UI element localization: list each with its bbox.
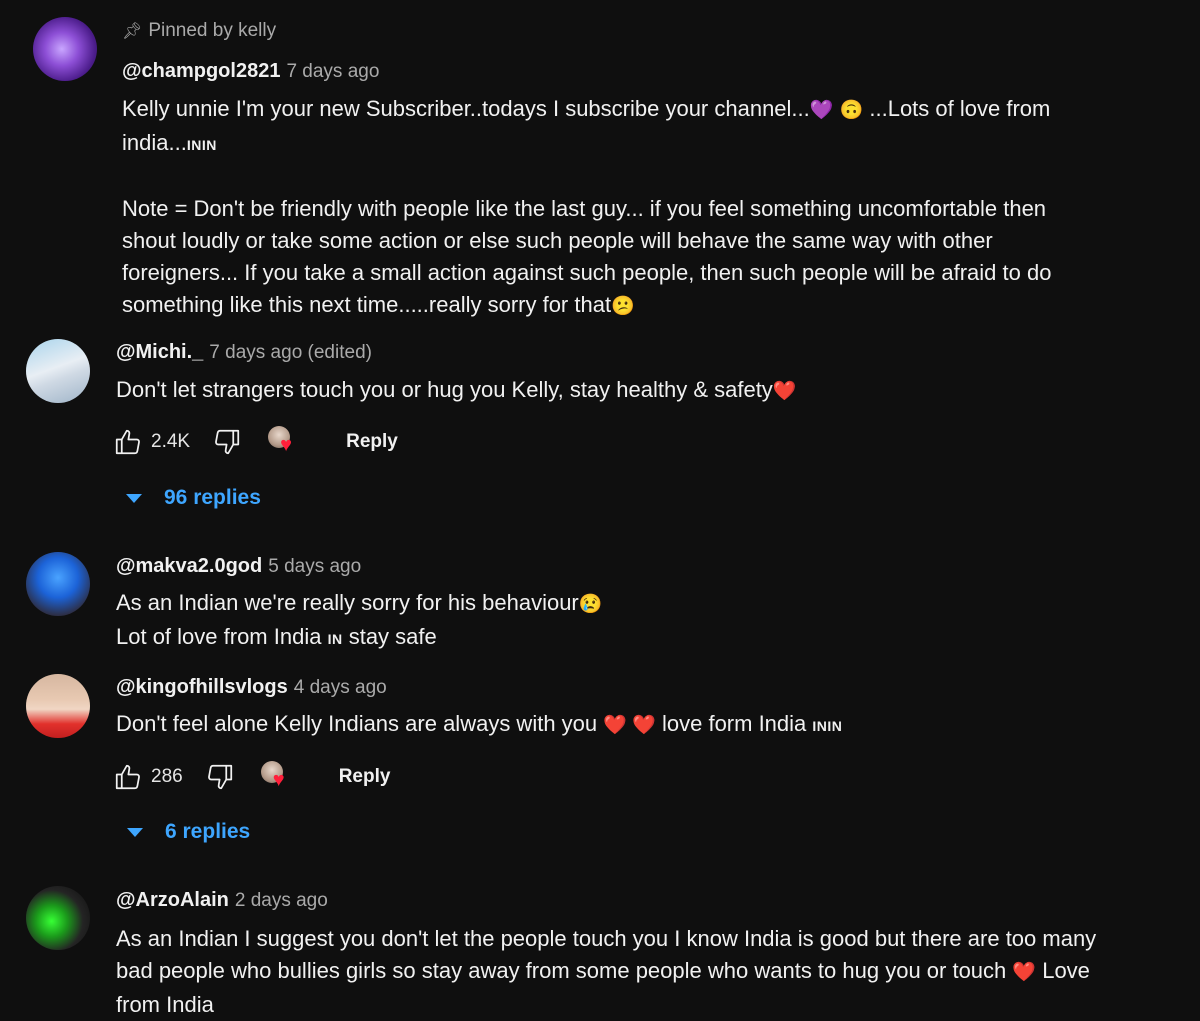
avatar[interactable]: [26, 552, 90, 616]
view-replies-button[interactable]: 96 replies: [126, 486, 261, 510]
comment-text: Don't let strangers touch you or hug you…: [116, 377, 797, 402]
reply-button[interactable]: Reply: [339, 766, 391, 788]
avatar[interactable]: [26, 886, 90, 950]
pinned-text: Pinned by kelly: [148, 20, 277, 41]
comment-time[interactable]: 7 days ago (edited): [209, 342, 372, 363]
thumb-up-icon[interactable]: [113, 427, 143, 457]
like-count: 2.4K: [151, 431, 191, 452]
flag-text: ININ: [812, 718, 843, 734]
comment-header: @kingofhillsvlogs 4 days ago: [116, 676, 387, 699]
comment-time[interactable]: 7 days ago: [286, 61, 379, 82]
comment-text: As an Indian I suggest you don't let the…: [116, 926, 1097, 1017]
comment-author[interactable]: @makva2.0god: [116, 555, 262, 577]
comment-author[interactable]: @kingofhillsvlogs: [116, 676, 288, 698]
comment-actions: 286 ♥ Reply: [113, 757, 390, 797]
creator-heart-icon: ♥: [268, 426, 302, 458]
thumb-down-icon[interactable]: [205, 762, 235, 792]
comment-text: Kelly unnie I'm your new Subscriber..tod…: [122, 96, 1052, 317]
like-count: 286: [151, 766, 183, 787]
creator-heart-icon: ♥: [260, 761, 295, 793]
flag-text: ININ: [186, 137, 217, 153]
caret-down-icon: [126, 493, 142, 503]
avatar[interactable]: [33, 17, 97, 81]
comment-time[interactable]: 5 days ago: [268, 556, 361, 577]
comment-header: @ArzoAlain 2 days ago: [116, 889, 328, 912]
thumb-down-icon[interactable]: [212, 427, 242, 457]
comment-text: As an Indian we're really sorry for his …: [116, 590, 603, 649]
flag-text: IN: [327, 631, 343, 647]
reply-button[interactable]: Reply: [346, 431, 398, 453]
comment-header: @champgol2821 7 days ago: [122, 60, 379, 83]
comment-actions: 2.4K ♥ Reply: [113, 422, 398, 462]
thumb-up-icon[interactable]: [113, 762, 143, 792]
comment-author[interactable]: @champgol2821: [122, 60, 280, 82]
avatar[interactable]: [26, 674, 90, 738]
comment-time[interactable]: 2 days ago: [235, 890, 328, 911]
comment-time[interactable]: 4 days ago: [294, 677, 387, 698]
avatar[interactable]: [26, 339, 90, 403]
comment-text: Don't feel alone Kelly Indians are alway…: [116, 711, 843, 736]
comment-author[interactable]: @Michi._: [116, 341, 203, 363]
comment-author[interactable]: @ArzoAlain: [116, 889, 229, 911]
pin-icon: 📌︎: [122, 23, 143, 40]
caret-down-icon: [127, 827, 143, 837]
view-replies-button[interactable]: 6 replies: [127, 820, 250, 844]
pinned-label: 📌︎ Pinned by kelly: [122, 20, 276, 42]
comment-header: @Michi._ 7 days ago (edited): [116, 341, 372, 364]
comment-header: @makva2.0god 5 days ago: [116, 555, 361, 578]
